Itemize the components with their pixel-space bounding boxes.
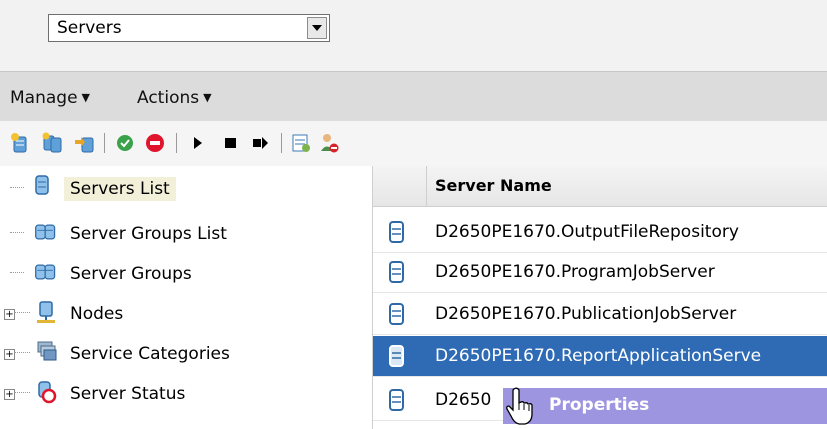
server-icon	[389, 261, 404, 283]
user-remove-icon[interactable]	[318, 132, 340, 154]
expand-icon[interactable]: +	[4, 309, 15, 320]
tree-item-label: Server Groups List	[70, 224, 227, 244]
server-icon	[389, 345, 404, 367]
toolbar-separator	[176, 133, 177, 153]
view-select-dropdown[interactable]: Servers	[48, 14, 330, 42]
metrics-icon[interactable]	[290, 132, 312, 154]
context-menu: Properties	[503, 388, 827, 424]
tree-item-nodes[interactable]: + Nodes	[0, 296, 370, 334]
tree-connector	[14, 352, 30, 353]
tree-connector	[14, 392, 30, 393]
server-icon	[389, 303, 404, 325]
table-row[interactable]: D2650PE1670.OutputFileRepository	[373, 212, 827, 253]
server-name-cell: D2650	[435, 390, 492, 410]
node-icon	[37, 301, 55, 323]
actions-menu[interactable]: Actions ▼	[137, 88, 212, 108]
start-server-icon[interactable]	[186, 132, 208, 154]
toolbar-separator	[104, 133, 105, 153]
tree-item-server-groups[interactable]: Server Groups	[0, 256, 370, 294]
server-status-icon	[38, 381, 57, 404]
server-group-icon	[35, 264, 56, 280]
table-row[interactable]: D2650PE1670.PublicationJobServer	[373, 294, 827, 335]
tree-item-label: Nodes	[70, 304, 124, 324]
tree-item-service-categories[interactable]: + Service Categories	[0, 336, 370, 374]
toolbar-separator	[281, 133, 282, 153]
chevron-down-icon: ▼	[203, 91, 212, 104]
grid-header: Server Name	[373, 166, 827, 207]
column-header-server-name[interactable]: Server Name	[435, 176, 552, 195]
disable-server-icon[interactable]	[144, 132, 166, 154]
view-select-value: Servers	[57, 18, 122, 38]
restart-server-icon[interactable]	[250, 132, 272, 154]
server-icon	[35, 175, 49, 195]
new-server-icon[interactable]	[10, 132, 32, 154]
table-row[interactable]: D2650PE1670.ProgramJobServer	[373, 252, 827, 293]
enable-server-icon[interactable]	[114, 132, 136, 154]
clone-server-icon[interactable]	[42, 132, 64, 154]
tree-connector	[10, 187, 24, 188]
manage-menu-label: Manage	[10, 88, 78, 108]
tree-item-label: Server Status	[70, 384, 186, 404]
actions-menu-label: Actions	[137, 88, 200, 108]
server-icon	[389, 389, 404, 411]
chevron-down-icon: ▼	[81, 91, 90, 104]
tree-item-label: Servers List	[64, 177, 176, 201]
tree-item-label: Service Categories	[70, 344, 230, 364]
tree-navigator: Servers List Server Groups List Server G…	[0, 166, 372, 429]
table-row-selected[interactable]: D2650PE1670.ReportApplicationServe	[373, 336, 827, 377]
hand-cursor-icon	[506, 387, 533, 425]
service-category-icon	[37, 341, 57, 361]
menubar: Manage ▼ Actions ▼	[0, 71, 827, 121]
tree-connector	[10, 232, 24, 233]
stop-server-icon[interactable]	[220, 132, 242, 154]
context-menu-item-properties[interactable]: Properties	[549, 395, 649, 415]
tree-item-label: Server Groups	[70, 264, 192, 284]
server-name-cell: D2650PE1670.ReportApplicationServe	[435, 346, 762, 366]
server-icon	[389, 221, 404, 243]
toolbar	[0, 121, 827, 167]
manage-menu[interactable]: Manage ▼	[10, 88, 90, 108]
tree-item-server-status[interactable]: + Server Status	[0, 376, 370, 414]
server-name-cell: D2650PE1670.ProgramJobServer	[435, 262, 715, 282]
move-server-icon[interactable]	[74, 132, 96, 154]
expand-icon[interactable]: +	[4, 349, 15, 360]
tree-item-server-groups-list[interactable]: Server Groups List	[0, 216, 370, 254]
server-group-icon	[35, 224, 56, 240]
tree-item-servers-list[interactable]: Servers List	[0, 171, 370, 209]
tree-connector	[14, 312, 30, 313]
tree-connector	[10, 272, 24, 273]
expand-icon[interactable]: +	[4, 389, 15, 400]
server-name-cell: D2650PE1670.PublicationJobServer	[435, 304, 737, 324]
column-separator[interactable]	[426, 166, 427, 206]
server-name-cell: D2650PE1670.OutputFileRepository	[435, 222, 739, 242]
top-band: Servers	[0, 0, 827, 71]
dropdown-arrow-icon[interactable]	[307, 17, 327, 39]
